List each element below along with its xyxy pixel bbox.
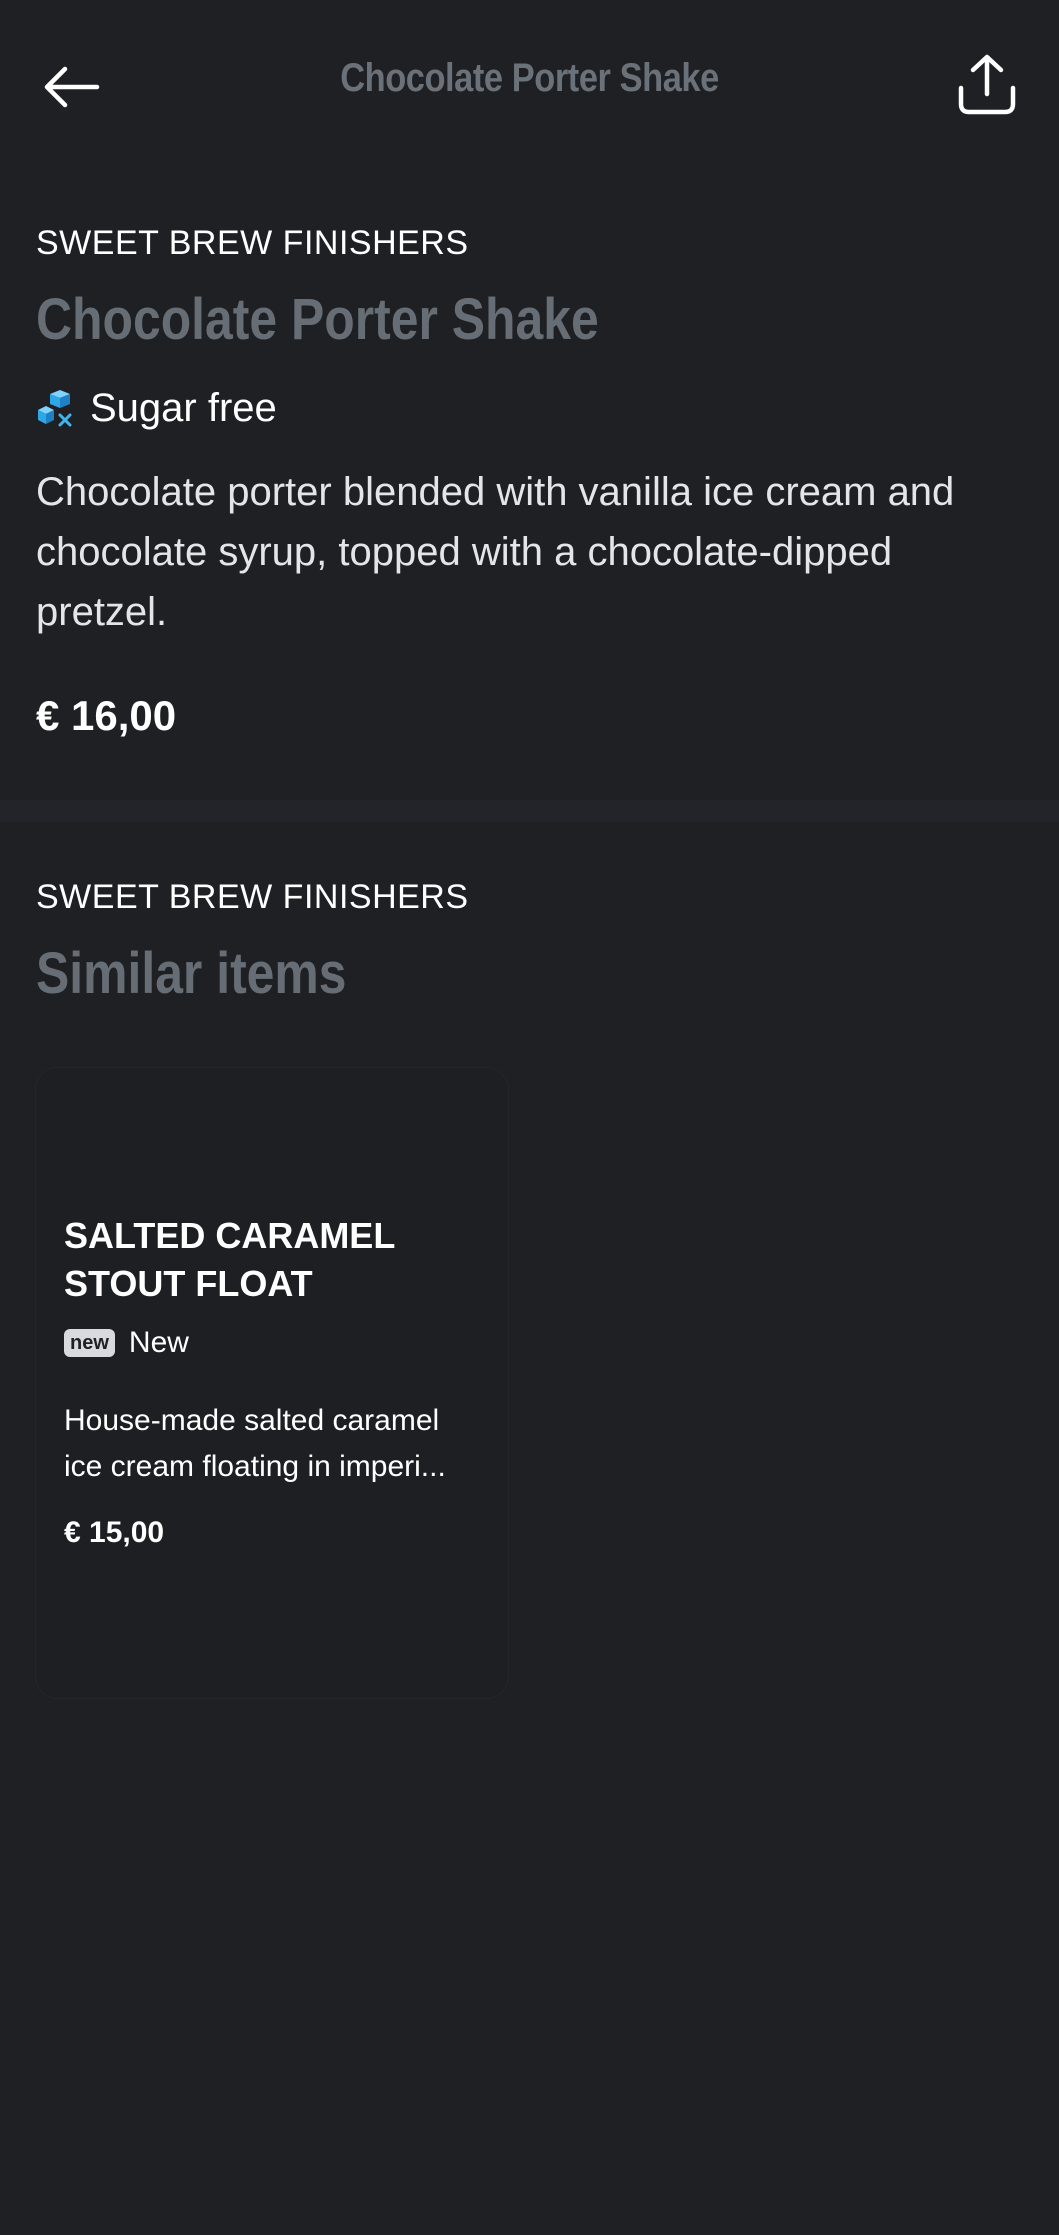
similar-item-description-line: House-made salted caramel	[64, 1404, 440, 1437]
item-name: Chocolate Porter Shake	[36, 287, 599, 352]
share-icon	[958, 54, 1016, 115]
top-bar: Chocolate Porter Shake	[0, 0, 1059, 170]
similar-item-description: House-made salted caramel ice cream floa…	[64, 1398, 484, 1490]
item-description: Chocolate porter blended with vanilla ic…	[36, 470, 955, 634]
item-price: € 16,00	[36, 692, 177, 739]
similar-category: SWEET BREW FINISHERS	[36, 878, 469, 916]
similar-item-card[interactable]: Salted Caramel Stout Float new New House…	[36, 1068, 508, 1698]
similar-item-tag-label: New	[128, 1326, 189, 1359]
sugar-free-icon	[38, 390, 72, 427]
new-badge: new	[64, 1329, 115, 1357]
similar-item-name: Salted Caramel Stout Float	[64, 1215, 395, 1304]
item-category: SWEET BREW FINISHERS	[36, 224, 469, 262]
share-button[interactable]	[951, 48, 1023, 120]
dietary-tag-label: Sugar free	[90, 385, 277, 430]
dietary-tag: Sugar free	[36, 383, 277, 433]
similar-heading: Similar items	[36, 941, 347, 1006]
similar-item-price: € 15,00	[64, 1516, 165, 1549]
similar-item-tag: new New	[64, 1326, 189, 1360]
page-title: Chocolate Porter Shake	[340, 56, 719, 100]
similar-item-description-line: ice cream floating in imperi...	[64, 1450, 446, 1483]
section-divider	[0, 800, 1059, 822]
